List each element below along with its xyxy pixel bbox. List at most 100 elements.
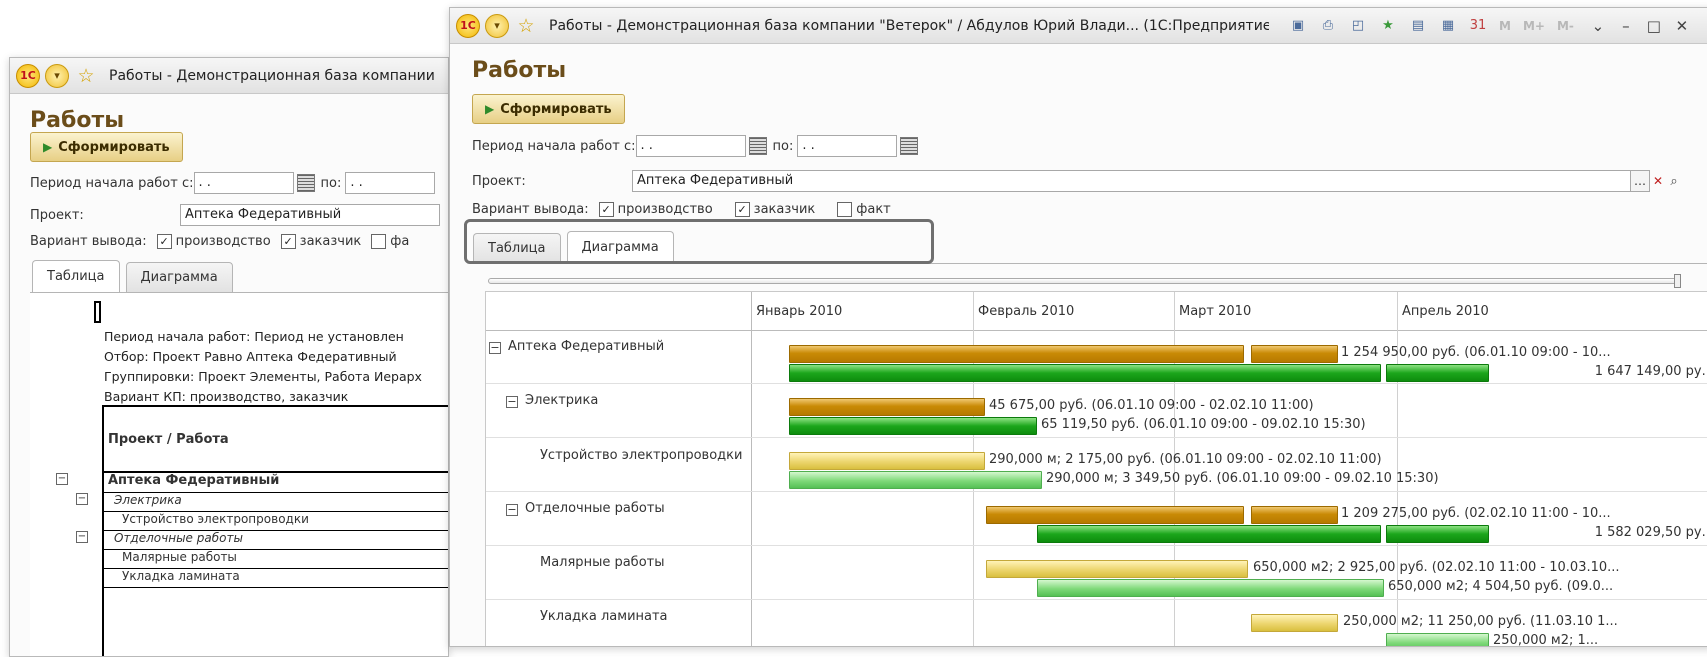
back-report-settings: Период начала работ: Период не установле… bbox=[104, 327, 422, 407]
back-generate-label: Сформировать bbox=[58, 139, 170, 155]
timeline-scroll-handle[interactable] bbox=[1674, 274, 1681, 288]
print-icon[interactable]: ⎙ bbox=[1317, 15, 1339, 37]
favorites-star-icon[interactable]: ☆ bbox=[514, 14, 538, 38]
back-project-field[interactable]: Аптека Федеративный bbox=[180, 204, 440, 226]
front-form-title: Работы bbox=[472, 58, 567, 83]
plan-label: 290,000 м; 2 175,00 руб. (06.01.10 09:00… bbox=[989, 452, 1382, 467]
1c-logo-icon[interactable]: 1C bbox=[456, 13, 480, 38]
row-label-text[interactable]: Укладка ламината bbox=[540, 609, 668, 624]
fact-bar[interactable] bbox=[1386, 633, 1489, 646]
fact-bar[interactable] bbox=[1386, 364, 1489, 382]
clear-icon[interactable]: ✕ bbox=[1650, 170, 1666, 192]
collapse-icon[interactable]: − bbox=[506, 395, 518, 408]
plan-bar[interactable] bbox=[986, 506, 1244, 524]
plan-bar[interactable] bbox=[1251, 614, 1338, 632]
collapse-icon[interactable]: − bbox=[506, 503, 518, 516]
calendar-icon[interactable]: 31 bbox=[1467, 15, 1489, 37]
front-generate-button[interactable]: ▶ Сформировать bbox=[472, 94, 625, 124]
collapse-icon[interactable]: − bbox=[489, 341, 501, 354]
collapse-icon[interactable]: − bbox=[76, 493, 88, 505]
row-label-text[interactable]: Малярные работы bbox=[540, 555, 664, 570]
month-header: Февраль 2010 bbox=[978, 303, 1075, 319]
plan-bar[interactable] bbox=[1251, 506, 1338, 524]
back-period-to-field[interactable]: . . bbox=[345, 172, 436, 194]
front-report-window: 1C ▾ ☆ Работы - Демонстрационная база ко… bbox=[449, 7, 1707, 647]
front-production-checkbox[interactable]: ✓ bbox=[598, 202, 614, 217]
calendar-icon[interactable] bbox=[296, 174, 315, 192]
front-generate-label: Сформировать bbox=[500, 101, 612, 117]
fact-bar[interactable] bbox=[1037, 525, 1381, 543]
back-report-table: Проект / Работа Аптека Федеративный Элек… bbox=[102, 405, 448, 656]
minimize-icon[interactable]: – bbox=[1616, 17, 1636, 35]
add-favorites-icon[interactable]: ★ bbox=[1377, 15, 1399, 37]
fact-bar[interactable] bbox=[789, 417, 1037, 435]
back-customer-checkbox[interactable]: ✓ bbox=[280, 234, 296, 249]
row-label[interactable]: − Электрика bbox=[506, 393, 598, 408]
title-toolbar: ▣ ⎙ ◰ ★ ▤ ▦ 31 M M+ M- ⌄ – □ ✕ bbox=[1283, 15, 1692, 37]
maximize-icon[interactable]: □ bbox=[1644, 17, 1664, 35]
plan-label: 1 254 950,00 руб. (06.01.10 09:00 - 10..… bbox=[1341, 345, 1611, 360]
table-row: Малярные работы bbox=[122, 550, 237, 564]
play-icon: ▶ bbox=[43, 140, 53, 154]
row-label-text[interactable]: Устройство электропроводки bbox=[540, 448, 742, 463]
tabs-highlight-frame bbox=[464, 219, 934, 264]
preview-icon[interactable]: ◰ bbox=[1347, 15, 1369, 37]
row-label-text: Отделочные работы bbox=[525, 501, 665, 516]
save-icon[interactable]: ▣ bbox=[1287, 15, 1309, 37]
report-line: Отбор: Проект Равно Аптека Федеративный bbox=[104, 349, 397, 364]
collapse-icon[interactable]: − bbox=[76, 531, 88, 543]
front-customer-checkbox[interactable]: ✓ bbox=[734, 202, 750, 217]
fact-label: 290,000 м; 3 349,50 руб. (06.01.10 09:00… bbox=[1046, 471, 1439, 486]
back-generate-button[interactable]: ▶ Сформировать bbox=[30, 132, 183, 162]
report-line: Группировки: Проект Элементы, Работа Иер… bbox=[104, 369, 422, 384]
favorites-star-icon[interactable]: ☆ bbox=[74, 64, 98, 88]
history-icon[interactable]: ▤ bbox=[1407, 15, 1429, 37]
back-period-from-field[interactable]: . . bbox=[193, 172, 294, 194]
plan-bar[interactable] bbox=[986, 560, 1248, 578]
select-ellipsis-button[interactable]: … bbox=[1630, 170, 1650, 192]
row-label[interactable]: − Аптека Федеративный bbox=[489, 339, 664, 354]
memory-minus-button[interactable]: M- bbox=[1557, 19, 1574, 33]
collapse-icon[interactable]: − bbox=[56, 473, 68, 485]
front-period-from-field[interactable]: . . bbox=[635, 135, 746, 157]
back-window-title: Работы - Демонстрационная база компании bbox=[109, 67, 435, 84]
plan-label: 250,000 м2; 11 250,00 руб. (11.03.10 1..… bbox=[1343, 614, 1618, 629]
calendar-picker-icon[interactable] bbox=[748, 137, 767, 155]
report-line: Период начала работ: Период не установле… bbox=[104, 329, 404, 344]
toolbar-menu-chevron-icon[interactable]: ⌄ bbox=[1588, 17, 1608, 35]
close-icon[interactable]: ✕ bbox=[1672, 17, 1692, 35]
front-fact-checkbox[interactable] bbox=[837, 202, 853, 217]
calendar-picker-icon[interactable] bbox=[900, 137, 919, 155]
fact-bar[interactable] bbox=[789, 364, 1381, 382]
search-icon[interactable]: ⌕ bbox=[1666, 170, 1682, 192]
report-line: Вариант КП: производство, заказчик bbox=[104, 389, 349, 404]
memory-plus-button[interactable]: M+ bbox=[1523, 19, 1545, 33]
month-header: Январь 2010 bbox=[756, 303, 843, 319]
back-fact-checkbox[interactable] bbox=[371, 234, 387, 249]
calculator-icon[interactable]: ▦ bbox=[1437, 15, 1459, 37]
row-label[interactable]: − Отделочные работы bbox=[506, 501, 665, 516]
timeline-scrollbar[interactable] bbox=[488, 278, 1678, 284]
fact-bar[interactable] bbox=[1386, 525, 1489, 543]
play-icon: ▶ bbox=[485, 102, 495, 116]
1c-logo-icon[interactable]: 1C bbox=[16, 63, 40, 88]
plan-bar[interactable] bbox=[789, 452, 985, 470]
fact-bar[interactable] bbox=[1037, 579, 1384, 597]
text-cursor bbox=[94, 301, 101, 323]
fact-bar[interactable] bbox=[789, 471, 1042, 489]
plan-bar[interactable] bbox=[789, 345, 1244, 363]
front-period-to-field[interactable]: . . bbox=[797, 135, 898, 157]
fact-label: 65 119,50 руб. (06.01.10 09:00 - 09.02.1… bbox=[1041, 417, 1366, 432]
main-menu-icon[interactable]: ▾ bbox=[45, 63, 69, 88]
back-tab-diagram[interactable]: Диаграмма bbox=[125, 262, 233, 292]
back-period-to-label: по: bbox=[320, 175, 342, 191]
front-project-field[interactable]: Аптека Федеративный bbox=[632, 170, 1631, 192]
memory-button[interactable]: M bbox=[1499, 19, 1511, 33]
plan-bar[interactable] bbox=[789, 398, 985, 416]
back-tab-table[interactable]: Таблица bbox=[32, 260, 120, 292]
plan-label: 45 675,00 руб. (06.01.10 09:00 - 02.02.1… bbox=[989, 398, 1314, 413]
main-menu-icon[interactable]: ▾ bbox=[485, 13, 509, 38]
back-production-checkbox[interactable]: ✓ bbox=[156, 234, 172, 249]
gantt-chart: Январь 2010 Февраль 2010 Март 2010 Апрел… bbox=[485, 291, 1707, 646]
plan-bar[interactable] bbox=[1251, 345, 1338, 363]
